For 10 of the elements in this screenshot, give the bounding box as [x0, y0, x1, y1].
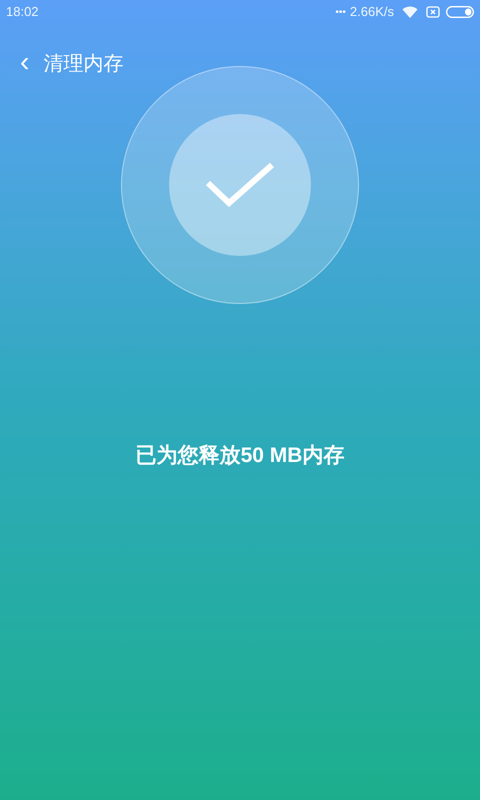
battery-icon: [446, 6, 474, 18]
status-time: 18:02: [6, 3, 39, 22]
checkmark-icon: [205, 161, 275, 209]
result-message: 已为您释放50 MB内存: [136, 443, 344, 469]
sim-icon: [426, 6, 440, 18]
status-dots: •••: [335, 6, 346, 20]
network-speed: 2.66K/s: [350, 3, 394, 22]
back-button[interactable]: ‹: [20, 48, 30, 80]
wifi-icon: [402, 6, 418, 18]
page-title: 清理内存: [43, 52, 124, 77]
